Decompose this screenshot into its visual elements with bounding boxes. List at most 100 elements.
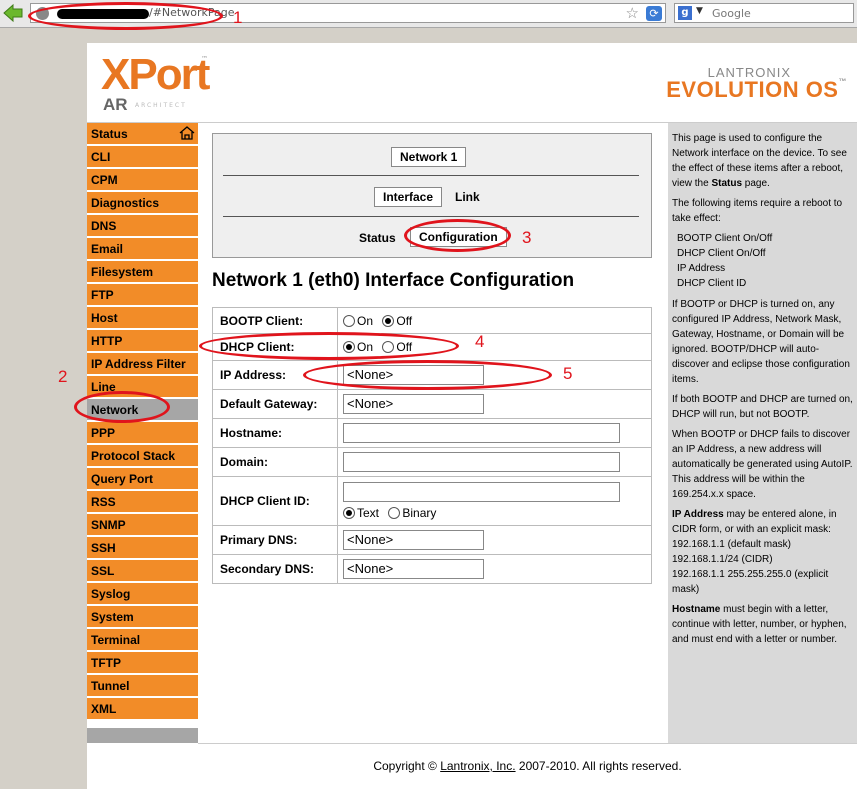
help-pane: This page is used to configure the Netwo… xyxy=(668,123,857,743)
dhcp-id-text-radio[interactable] xyxy=(343,507,355,520)
sidebar-item-label: Diagnostics xyxy=(91,196,160,210)
annotation-ellipse-1 xyxy=(28,2,223,30)
help-reboot-list: BOOTP Client On/Off DHCP Client On/Off IP … xyxy=(672,231,853,291)
sidebar-item-label: Filesystem xyxy=(91,265,154,279)
brand-main: EVOLUTION OS™ xyxy=(666,77,847,102)
annotation-number-4: 4 xyxy=(475,332,485,351)
dhcp-id-binary-radio[interactable] xyxy=(388,507,401,520)
sidebar-item-label: Terminal xyxy=(91,633,141,647)
bootp-label: BOOTP Client: xyxy=(212,307,338,334)
sidebar-item-query-port[interactable]: Query Port xyxy=(87,468,198,490)
dhcp-client-id-field[interactable] xyxy=(343,481,620,502)
tab-link[interactable]: Link xyxy=(455,190,480,204)
page-footer: Copyright © Lantronix, Inc. 2007-2010. A… xyxy=(198,743,857,789)
sidebar-item-protocol-stack[interactable]: Protocol Stack xyxy=(87,445,198,467)
sidebar-item-rss[interactable]: RSS xyxy=(87,491,198,513)
chevron-down-icon[interactable]: ▼ xyxy=(696,6,703,16)
bootp-off-radio[interactable] xyxy=(382,314,395,327)
sidebar-item-label: RSS xyxy=(91,495,116,509)
tab-interface[interactable]: Interface xyxy=(374,187,443,207)
sidebar-item-label: CLI xyxy=(91,150,111,164)
primary-dns-label: Primary DNS: xyxy=(212,525,338,555)
sidebar-item-xml[interactable]: XML xyxy=(87,698,198,720)
sidebar-item-diagnostics[interactable]: Diagnostics xyxy=(87,192,198,214)
lantronix-link[interactable]: Lantronix, Inc. xyxy=(440,759,515,773)
logo-sub-tag: ARCHITECT xyxy=(135,102,187,109)
sidebar-item-syslog[interactable]: Syslog xyxy=(87,583,198,605)
hostname-field[interactable] xyxy=(343,423,620,443)
bootp-off-label: Off xyxy=(396,313,413,328)
sidebar-item-label: CPM xyxy=(91,173,118,187)
sidebar-item-email[interactable]: Email xyxy=(87,238,198,260)
sidebar-nav: Status CLI CPM Diagnostics DNS Email Filesyste… xyxy=(87,123,198,743)
reload-icon[interactable]: ⟳ xyxy=(646,6,662,21)
sidebar-item-ftp[interactable]: FTP xyxy=(87,284,198,306)
help-ip-address: IP Address may be entered alone, in CIDR… xyxy=(672,509,837,595)
table-row: Default Gateway: <None> xyxy=(212,389,652,419)
tab-divider xyxy=(223,175,639,176)
tab-network-1[interactable]: Network 1 xyxy=(391,147,467,167)
help-list-item: DHCP Client ID xyxy=(677,278,747,289)
bookmark-star-icon[interactable]: ☆ xyxy=(626,4,639,22)
annotation-ellipse-2 xyxy=(74,391,170,423)
help-both: If both BOOTP and DHCP are turned on, DH… xyxy=(672,394,853,420)
sidebar-item-ssl[interactable]: SSL xyxy=(87,560,198,582)
sidebar-item-cpm[interactable]: CPM xyxy=(87,169,198,191)
page-title: Network 1 (eth0) Interface Configuration xyxy=(212,270,575,291)
sidebar-item-tftp[interactable]: TFTP xyxy=(87,652,198,674)
sidebar-item-http[interactable]: HTTP xyxy=(87,330,198,352)
primary-dns-field[interactable]: <None> xyxy=(343,530,484,550)
table-row: DHCP Client ID: Text Binary xyxy=(212,476,652,526)
sidebar-item-terminal[interactable]: Terminal xyxy=(87,629,198,651)
sidebar-item-label: Tunnel xyxy=(91,679,130,693)
xport-logo: XPort ™ AR ARCHITECT xyxy=(101,50,210,115)
home-icon[interactable] xyxy=(179,125,195,141)
table-row: Primary DNS: <None> xyxy=(212,525,652,555)
table-row: BOOTP Client: On Off xyxy=(212,307,652,334)
back-arrow-icon[interactable] xyxy=(2,3,24,23)
page-header: XPort ™ AR ARCHITECT LANTRONIX EVOLUTION… xyxy=(87,43,857,123)
domain-field[interactable] xyxy=(343,452,620,472)
sidebar-item-label: System xyxy=(91,610,134,624)
sidebar-item-ppp[interactable]: PPP xyxy=(87,422,198,444)
sidebar-item-system[interactable]: System xyxy=(87,606,198,628)
sidebar-item-snmp[interactable]: SNMP xyxy=(87,514,198,536)
sidebar-item-label: IP Address Filter xyxy=(91,357,186,371)
sidebar-item-status[interactable]: Status xyxy=(87,123,198,145)
help-hostname: Hostname must begin with a letter, conti… xyxy=(672,604,847,645)
sidebar-item-label: TFTP xyxy=(91,656,121,670)
sidebar-item-label: Email xyxy=(91,242,124,256)
help-intro: This page is used to configure the Netwo… xyxy=(672,133,847,189)
sidebar-item-label: PPP xyxy=(91,426,116,440)
table-row: Secondary DNS: <None> xyxy=(212,554,652,584)
google-icon[interactable]: g xyxy=(678,6,692,20)
tab-status[interactable]: Status xyxy=(359,231,396,245)
dhcp-client-id-label: DHCP Client ID: xyxy=(212,476,338,526)
help-list-item: DHCP Client On/Off xyxy=(677,248,766,259)
tab-divider xyxy=(223,216,639,217)
secondary-dns-field[interactable]: <None> xyxy=(343,559,484,579)
sidebar-item-filesystem[interactable]: Filesystem xyxy=(87,261,198,283)
annotation-number-1: 1 xyxy=(233,8,243,27)
sidebar-item-label: Host xyxy=(91,311,118,325)
sidebar-item-ip-address-filter[interactable]: IP Address Filter xyxy=(87,353,198,375)
logo-sub: AR xyxy=(103,95,128,114)
logo-word: XPort xyxy=(101,50,210,99)
bootp-on-radio[interactable] xyxy=(343,314,355,327)
gateway-field[interactable]: <None> xyxy=(343,394,484,414)
sidebar-item-host[interactable]: Host xyxy=(87,307,198,329)
hostname-label: Hostname: xyxy=(212,418,338,448)
sidebar-item-label: Status xyxy=(91,127,128,141)
search-input[interactable]: g ▼ Google xyxy=(674,3,854,23)
sidebar-item-dns[interactable]: DNS xyxy=(87,215,198,237)
sidebar-item-label: Syslog xyxy=(91,587,131,601)
sidebar-item-label: SSH xyxy=(91,541,116,555)
dhcp-id-text-label: Text xyxy=(357,506,380,521)
sidebar-item-tunnel[interactable]: Tunnel xyxy=(87,675,198,697)
table-row: Hostname: xyxy=(212,418,652,448)
sidebar-item-ssh[interactable]: SSH xyxy=(87,537,198,559)
annotation-ellipse-5 xyxy=(303,360,552,390)
sidebar-item-cli[interactable]: CLI xyxy=(87,146,198,168)
help-bootp-dhcp: If BOOTP or DHCP is turned on, any confi… xyxy=(672,299,850,385)
domain-label: Domain: xyxy=(212,447,338,477)
